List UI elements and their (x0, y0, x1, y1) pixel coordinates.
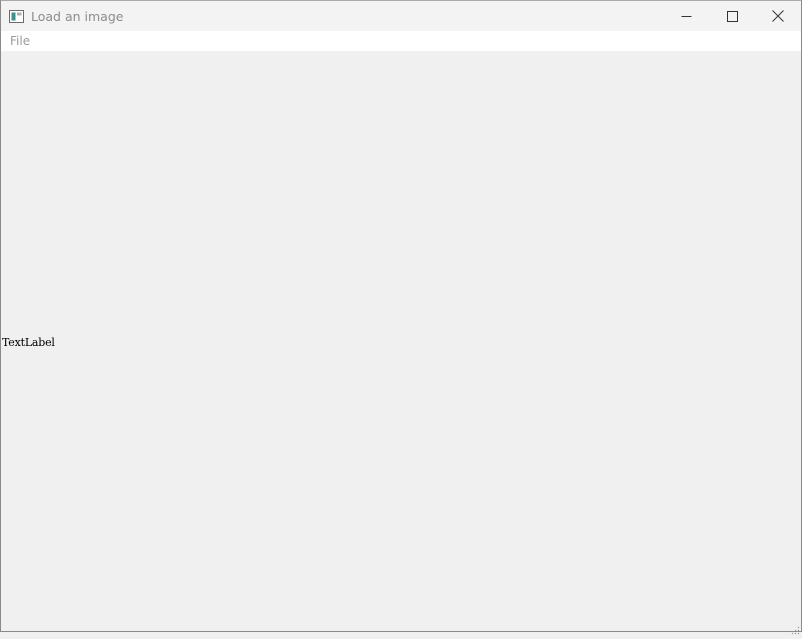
window-app-icon (9, 9, 24, 23)
minimize-button[interactable] (663, 1, 709, 31)
maximize-button[interactable] (709, 1, 755, 31)
title-bar[interactable]: Load an image (1, 1, 801, 31)
central-widget: TextLabel (1, 51, 801, 631)
app-window: Load an image File TextLabel (0, 0, 802, 635)
menu-bar: File (1, 31, 801, 51)
maximize-icon (726, 7, 738, 26)
menu-file[interactable]: File (9, 34, 31, 48)
window-title: Load an image (31, 8, 124, 24)
resize-grip-icon[interactable] (790, 620, 800, 635)
close-button[interactable] (755, 1, 801, 31)
window-controls (663, 1, 801, 31)
minimize-icon (681, 7, 692, 26)
image-text-label: TextLabel (2, 336, 55, 349)
close-icon (772, 7, 784, 26)
